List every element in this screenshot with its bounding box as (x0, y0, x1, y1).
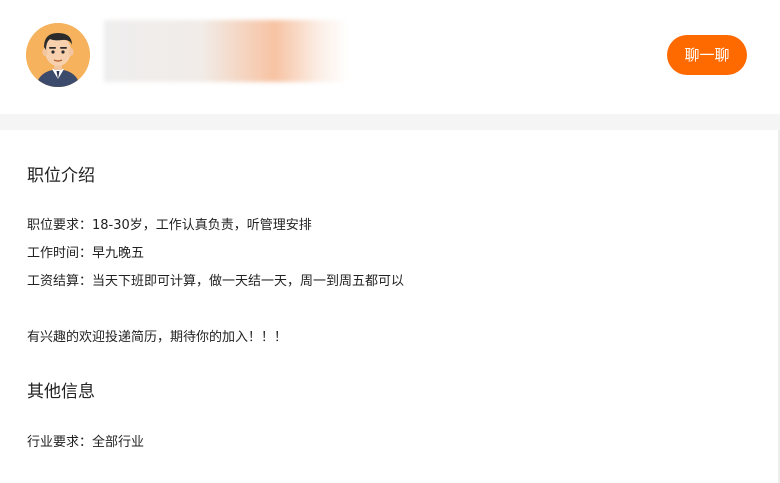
recruiter-avatar[interactable] (26, 23, 90, 87)
section-divider (0, 114, 780, 130)
chat-button[interactable]: 聊一聊 (667, 35, 747, 75)
job-requirement: 职位要求：18-30岁，工作认真负责，听管理安排 (27, 218, 312, 233)
recruiter-name-blurred (104, 20, 348, 82)
section-title-other-info: 其他信息 (27, 382, 95, 402)
work-hours: 工作时间：早九晚五 (27, 246, 145, 261)
closing-note: 有兴趣的欢迎投递简历，期待你的加入！！！ (27, 330, 288, 345)
job-header: 聊一聊 (0, 0, 780, 114)
avatar-illustration (26, 23, 90, 87)
section-title-job-intro: 职位介绍 (27, 166, 95, 186)
pay-settlement: 工资结算：当天下班即可计算，做一天结一天，周一到周五都可以 (27, 274, 405, 289)
industry-requirement: 行业要求：全部行业 (27, 435, 145, 450)
